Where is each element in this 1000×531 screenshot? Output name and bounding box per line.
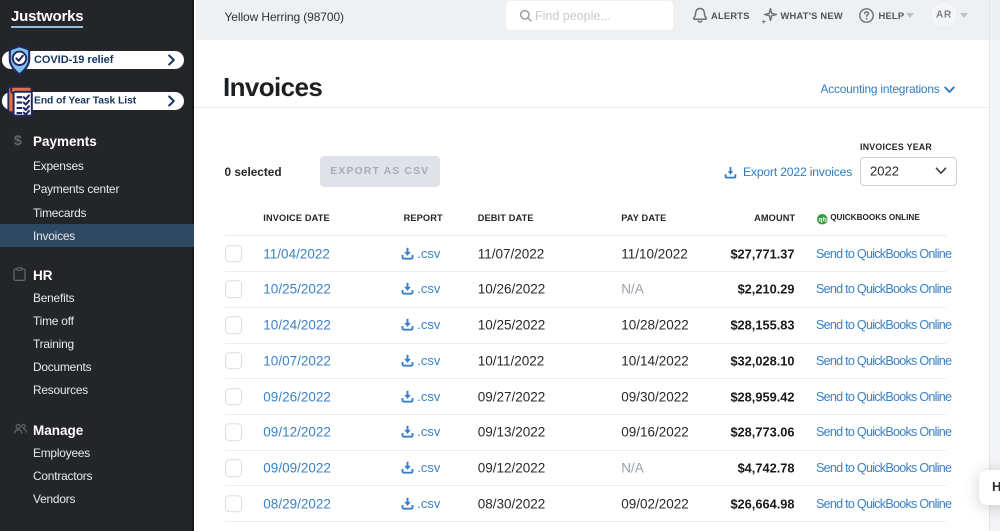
- svg-text:$: $: [14, 132, 22, 148]
- svg-text:qb: qb: [819, 217, 827, 224]
